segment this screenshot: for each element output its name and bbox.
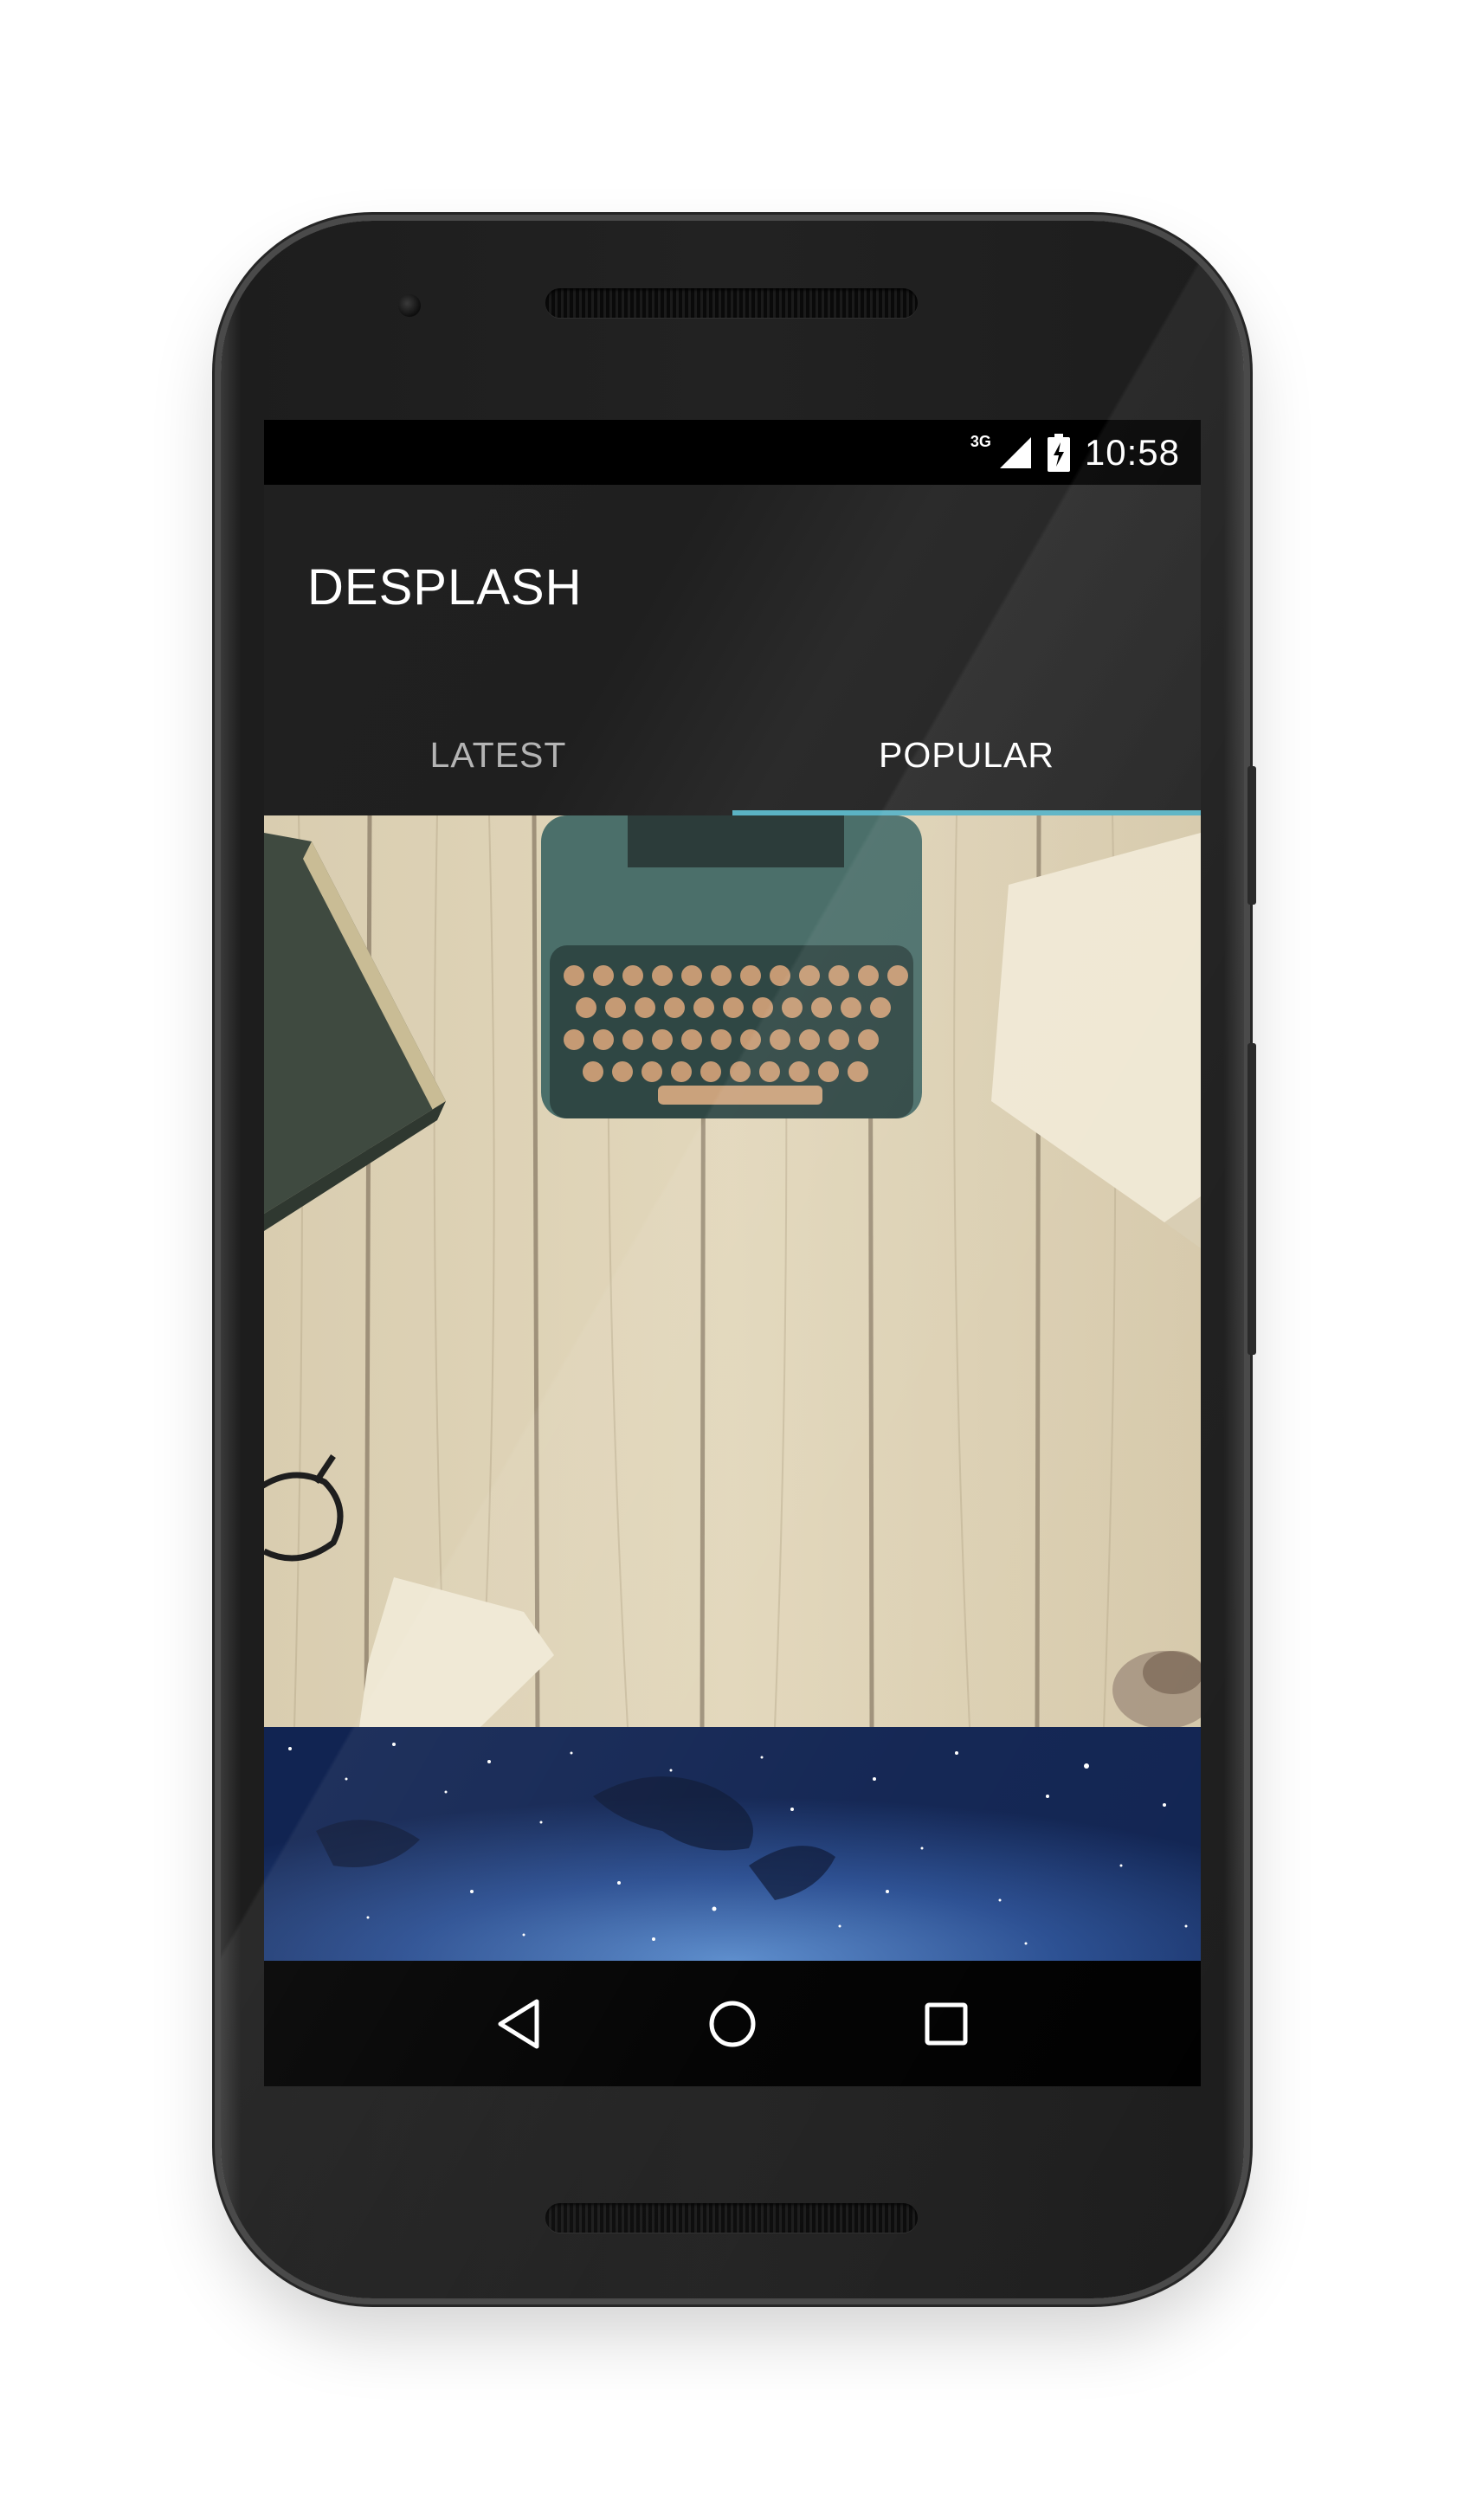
volume-button	[1248, 1043, 1256, 1355]
app-bar: DESPLASH LATEST POPULAR	[264, 485, 1201, 815]
phone-frame: 3G 10:58 DESPLASH LATEST POPULAR	[221, 221, 1256, 2298]
signal-icon	[999, 436, 1031, 468]
clock: 10:58	[1084, 431, 1180, 473]
tab-latest-label: LATEST	[429, 734, 567, 775]
battery-icon	[1047, 433, 1070, 472]
tab-latest[interactable]: LATEST	[264, 694, 732, 815]
starry-sky-photo	[264, 1727, 1201, 1961]
back-icon	[498, 1999, 539, 2048]
tab-bar: LATEST POPULAR	[264, 694, 1201, 815]
power-button	[1248, 766, 1256, 905]
app-title: DESPLASH	[307, 559, 583, 615]
typewriter-photo	[264, 815, 1201, 1727]
photo-card[interactable]	[264, 1727, 1201, 1961]
bottom-speaker	[545, 2203, 918, 2233]
tab-popular-label: POPULAR	[879, 734, 1054, 775]
back-button[interactable]	[484, 1989, 553, 2059]
home-button[interactable]	[698, 1989, 767, 2059]
network-type: 3G	[970, 433, 991, 450]
photo-card[interactable]	[264, 815, 1201, 1727]
tab-popular[interactable]: POPULAR	[732, 694, 1201, 815]
top-speaker	[545, 288, 918, 318]
front-camera	[398, 294, 421, 317]
screen: 3G 10:58 DESPLASH LATEST POPULAR	[264, 420, 1201, 2086]
recents-icon	[925, 2002, 968, 2045]
navigation-bar	[264, 1961, 1201, 2086]
home-icon	[709, 2001, 756, 2046]
status-bar: 3G 10:58	[264, 420, 1201, 485]
recents-button[interactable]	[912, 1989, 981, 2059]
